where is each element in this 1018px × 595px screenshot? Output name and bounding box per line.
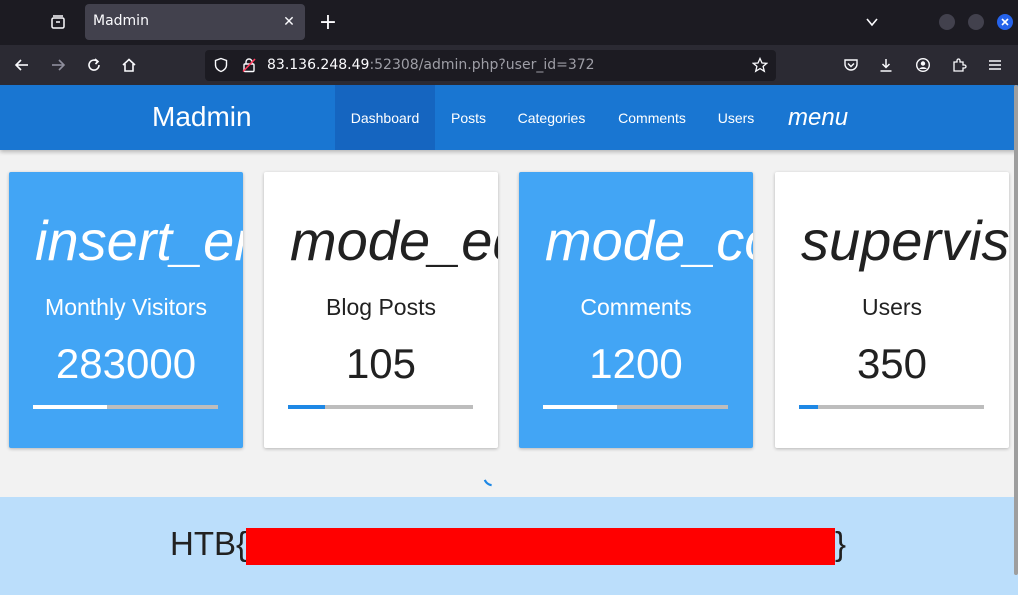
stat-card-blog-posts: mode_edit Blog Posts 105 (264, 172, 498, 448)
stat-card-comments: mode_comment Comments 1200 (519, 172, 753, 448)
insert-emoticon-icon: insert_emoticon (35, 209, 243, 272)
progress-bar (799, 405, 984, 409)
menu-icon[interactable]: menu (788, 104, 848, 132)
tracking-protection-shield-icon[interactable] (213, 57, 229, 77)
pocket-icon[interactable] (837, 51, 865, 79)
reload-icon[interactable] (80, 51, 108, 79)
url-host: 83.136.248.49 (267, 57, 370, 73)
card-value: 1200 (589, 340, 683, 387)
stat-card-visitors: insert_emoticon Monthly Visitors 283000 (9, 172, 243, 448)
flag-section: HTB{ } (0, 497, 1018, 595)
browser-tab-bar: Madmin ✕ + (0, 0, 1018, 45)
progress-fill (288, 405, 325, 409)
supervisor-account-icon: supervisor_account (801, 209, 1009, 272)
page-viewport: Madmin Dashboard Posts Categories Commen… (0, 85, 1018, 595)
card-label: Monthly Visitors (45, 294, 207, 320)
insecure-lock-icon[interactable] (241, 57, 257, 77)
card-value: 105 (345, 340, 417, 387)
maximize-window-button[interactable] (968, 14, 984, 30)
nav-users[interactable]: Users (703, 85, 769, 150)
progress-fill (543, 405, 617, 409)
card-value: 350 (856, 340, 928, 387)
flag-redaction-block (246, 528, 835, 565)
card-value: 283000 (55, 340, 197, 387)
address-bar[interactable]: 83.136.248.49:52308/admin.php?user_id=37… (205, 50, 776, 81)
card-label: Comments (580, 294, 692, 320)
progress-bar (33, 405, 218, 409)
progress-bar (288, 405, 473, 409)
browser-tab[interactable]: Madmin ✕ (85, 4, 305, 40)
extensions-icon[interactable] (945, 51, 973, 79)
minimize-window-button[interactable] (939, 14, 955, 30)
loading-spinner-icon (481, 471, 499, 489)
nav-categories[interactable]: Categories (502, 85, 601, 150)
tab-title: Madmin (93, 13, 149, 29)
progress-fill (799, 405, 818, 409)
back-icon[interactable] (8, 51, 36, 79)
chevron-down-icon[interactable] (860, 10, 884, 34)
url-path: :52308/admin.php?user_id=372 (369, 57, 595, 73)
forward-icon[interactable] (44, 51, 72, 79)
hamburger-menu-icon[interactable] (981, 51, 1009, 79)
stat-card-users: supervisor_account Users 350 (775, 172, 1009, 448)
mode-edit-icon: mode_edit (290, 209, 498, 272)
mode-comment-icon: mode_comment (545, 209, 753, 272)
url-text[interactable]: 83.136.248.49:52308/admin.php?user_id=37… (267, 57, 595, 73)
tab-list-icon[interactable] (44, 8, 72, 36)
progress-bar (543, 405, 728, 409)
card-label: Blog Posts (326, 294, 436, 320)
bookmark-star-icon[interactable] (751, 56, 769, 77)
card-label: Users (861, 294, 923, 320)
close-tab-icon[interactable]: ✕ (279, 12, 299, 32)
new-tab-icon[interactable]: + (314, 8, 342, 36)
flag-suffix: } (835, 525, 847, 562)
nav-comments[interactable]: Comments (601, 85, 703, 150)
flag-prefix: HTB{ (170, 525, 248, 562)
brand-logo[interactable]: Madmin (152, 101, 252, 133)
page-scrollbar[interactable] (1014, 85, 1018, 575)
close-window-button[interactable] (997, 14, 1013, 30)
progress-fill (33, 405, 107, 409)
nav-dashboard[interactable]: Dashboard (335, 85, 435, 150)
home-icon[interactable] (115, 51, 143, 79)
account-icon[interactable] (909, 51, 937, 79)
browser-navigation-bar: 83.136.248.49:52308/admin.php?user_id=37… (0, 45, 1018, 85)
nav-posts[interactable]: Posts (435, 85, 502, 150)
downloads-icon[interactable] (872, 51, 900, 79)
app-header: Madmin Dashboard Posts Categories Commen… (0, 85, 1018, 150)
